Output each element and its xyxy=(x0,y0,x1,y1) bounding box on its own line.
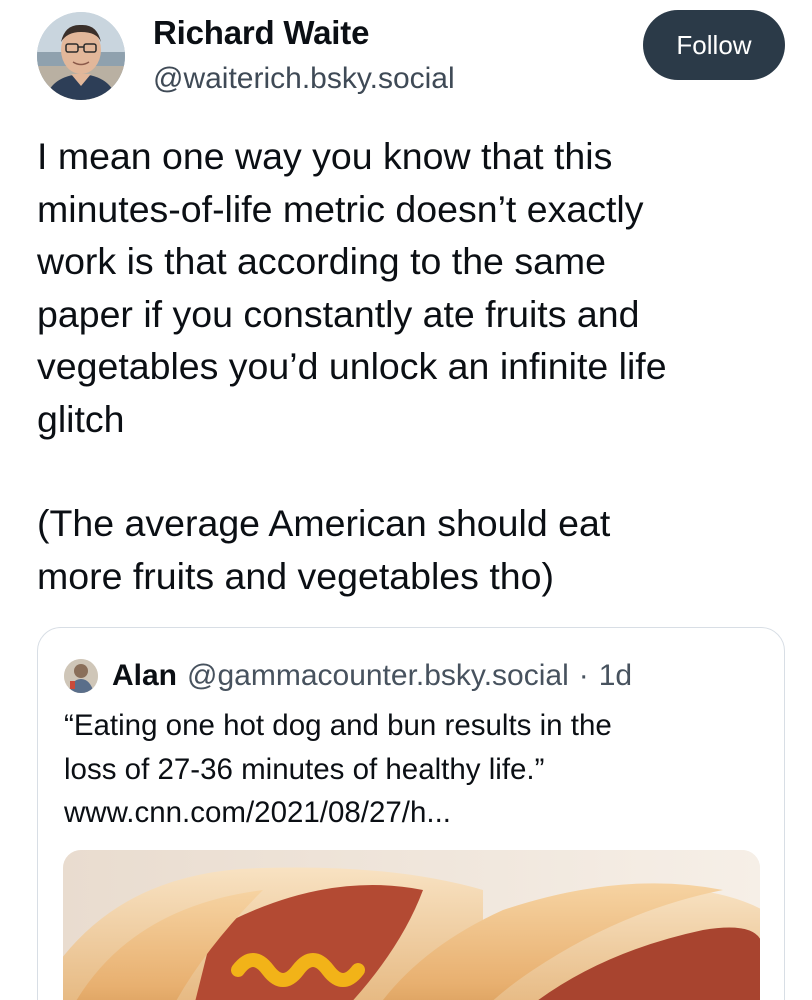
quote-author-avatar[interactable] xyxy=(64,659,98,693)
post-text-line: work is that according to the same xyxy=(37,240,607,282)
quote-text: “Eating one hot dog and bun results in t… xyxy=(64,704,764,835)
separator-dot: · xyxy=(578,659,589,692)
hot-dog-image xyxy=(63,850,760,1000)
post-screen: Richard Waite @waiterich.bsky.social Fol… xyxy=(0,0,812,1000)
post-text-line: vegetables you’d unlock an infinite life xyxy=(37,345,667,387)
author-name[interactable]: Richard Waite xyxy=(153,14,369,52)
quote-image[interactable] xyxy=(63,850,760,1000)
quote-text-line: loss of 27-36 minutes of healthy life.” xyxy=(64,752,545,786)
post-header: Richard Waite @waiterich.bsky.social Fol… xyxy=(0,0,812,110)
quote-author-name[interactable]: Alan xyxy=(112,659,177,693)
post-text: I mean one way you know that this minute… xyxy=(37,130,777,602)
post-text-line: more fruits and vegetables tho) xyxy=(37,554,554,597)
quote-timestamp[interactable]: 1d xyxy=(599,659,632,693)
author-avatar[interactable] xyxy=(37,12,125,100)
quote-text-line: “Eating one hot dog and bun results in t… xyxy=(64,709,612,742)
post-text-line: minutes-of-life metric doesn’t exactly xyxy=(37,187,644,230)
quote-author-avatar-image xyxy=(64,659,98,693)
quote-link[interactable]: www.cnn.com/2021/08/27/h... xyxy=(64,791,764,835)
quote-post-card[interactable]: Alan @gammacounter.bsky.social · 1d “Eat… xyxy=(37,627,785,1000)
post-text-line: paper if you constantly ate fruits and xyxy=(37,292,640,335)
author-handle[interactable]: @waiterich.bsky.social xyxy=(153,62,455,96)
post-text-line: I mean one way you know that this xyxy=(37,135,613,177)
follow-button[interactable]: Follow xyxy=(643,10,785,80)
author-avatar-image xyxy=(37,12,125,100)
post-text-line: glitch xyxy=(37,397,125,440)
quote-post-header: Alan @gammacounter.bsky.social · 1d xyxy=(64,656,632,696)
quote-author-handle[interactable]: @gammacounter.bsky.social xyxy=(187,659,569,693)
post-text-line: (The average American should eat xyxy=(37,502,611,544)
